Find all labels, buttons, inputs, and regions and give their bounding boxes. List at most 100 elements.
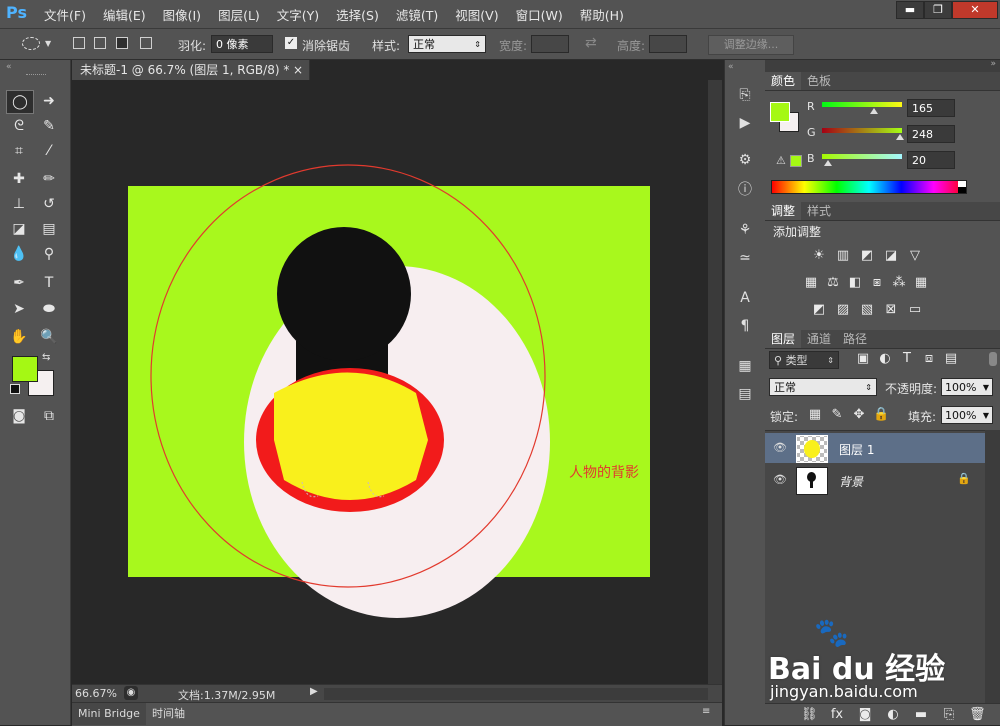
lock-transparent-icon[interactable]: ▦ [807, 408, 823, 422]
status-arrow-icon[interactable]: ▶ [310, 686, 318, 697]
levels-icon[interactable]: ▥ [835, 249, 851, 263]
chevron-down-icon[interactable]: ▼ [45, 39, 51, 48]
elliptical-marquee-tool-icon[interactable]: ◯ [6, 90, 34, 114]
filter-toggle[interactable] [989, 352, 997, 366]
brush-tool-icon[interactable]: ✏ [36, 168, 62, 190]
foreground-color-swatch[interactable] [12, 356, 38, 382]
quick-mask-icon[interactable]: ◙ [6, 405, 32, 427]
color-balance-icon[interactable]: ⚖ [825, 276, 841, 290]
web-safe-swatch[interactable] [790, 155, 802, 167]
layer-name[interactable]: 图层 1 [839, 441, 874, 458]
menu-filter[interactable]: 滤镜(T) [396, 5, 438, 24]
refine-edge-button[interactable]: 调整边缘... [708, 35, 794, 55]
color-ramp[interactable] [771, 180, 967, 194]
ellipse-shape-tool-icon[interactable]: ⬬ [36, 298, 62, 320]
fill-input[interactable]: 100% ▼ [941, 406, 993, 424]
layer-style-icon[interactable]: fx [829, 707, 845, 722]
menu-help[interactable]: 帮助(H) [580, 5, 624, 24]
channel-mixer-icon[interactable]: ⁂ [891, 276, 907, 290]
layer-row[interactable]: 👁 图层 1 [765, 433, 985, 463]
canvas-area[interactable]: 人物的背影 [72, 80, 708, 684]
menu-select[interactable]: 选择(S) [336, 5, 379, 24]
threshold-icon[interactable]: ▧ [859, 303, 875, 317]
channel-slider-r[interactable] [822, 102, 902, 107]
gradient-map-icon[interactable]: ▭ [907, 303, 923, 317]
dodge-tool-icon[interactable]: ⚲ [36, 243, 62, 265]
menu-type[interactable]: 文字(Y) [277, 5, 319, 24]
tab-color[interactable]: 颜色 [765, 72, 802, 90]
channel-slider-g[interactable] [822, 128, 902, 133]
eye-icon[interactable]: 👁 [773, 473, 787, 487]
gradient-tool-icon[interactable]: ▤ [36, 218, 62, 240]
vertical-scrollbar[interactable] [708, 80, 722, 684]
panel-grip[interactable] [26, 74, 46, 77]
brush-settings-icon[interactable]: ≃ [733, 248, 757, 268]
type-tool-icon[interactable]: T [36, 272, 62, 294]
intersect-selection-icon[interactable] [140, 37, 152, 49]
info-icon[interactable]: ⓘ [733, 180, 757, 200]
exposure-icon[interactable]: ◪ [883, 249, 899, 263]
tab-channels[interactable]: 通道 [801, 330, 837, 348]
tab-timeline[interactable]: 时间轴 [148, 703, 189, 725]
quick-selection-tool-icon[interactable]: ✎ [36, 115, 62, 137]
menu-layer[interactable]: 图层(L) [218, 5, 260, 24]
collapse-double-arrow-icon[interactable]: « [728, 62, 734, 72]
properties-icon[interactable]: ▦ [733, 356, 757, 376]
blur-tool-icon[interactable]: 💧 [6, 243, 32, 265]
screen-mode-icon[interactable]: ⧉ [36, 405, 62, 427]
blend-mode-select[interactable]: 正常 ⇕ [769, 378, 877, 396]
layer-filter-select[interactable]: ⚲ 类型 ⇕ [769, 351, 839, 369]
antialias-checkbox[interactable]: ✓ [285, 37, 297, 49]
slider-thumb[interactable] [824, 160, 833, 166]
opacity-input[interactable]: 100% ▼ [941, 378, 993, 396]
history-icon[interactable]: ⎘ [733, 85, 757, 105]
status-menu-icon[interactable]: ◉ [124, 686, 138, 700]
swap-arrows-icon[interactable]: ⇄ [585, 35, 597, 51]
invert-icon[interactable]: ◩ [811, 303, 827, 317]
eyedropper-tool-icon[interactable]: ⁄ [36, 140, 62, 162]
tab-mini-bridge[interactable]: Mini Bridge [72, 703, 146, 725]
style-select[interactable]: 正常 ⇕ [408, 35, 486, 53]
actions-play-icon[interactable]: ▶ [733, 113, 757, 133]
pen-tool-icon[interactable]: ✒ [6, 272, 32, 294]
channel-value-b[interactable]: 20 [907, 151, 955, 169]
collapse-double-arrow-icon[interactable]: « [6, 62, 12, 72]
minimize-button[interactable]: ▬ [896, 1, 924, 19]
swap-colors-icon[interactable]: ⇆ [42, 352, 50, 363]
document-tab[interactable]: 未标题-1 @ 66.7% (图层 1, RGB/8) * × [72, 60, 310, 80]
menu-file[interactable]: 文件(F) [44, 5, 86, 24]
menu-edit[interactable]: 编辑(E) [103, 5, 146, 24]
new-adjustment-icon[interactable]: ◐ [885, 707, 901, 722]
new-layer-icon[interactable]: ⎘ [941, 707, 957, 722]
character-icon[interactable]: A [733, 288, 757, 308]
lock-position-icon[interactable]: ✥ [851, 408, 867, 422]
type-filter-icon[interactable]: T [899, 352, 915, 366]
hand-tool-icon[interactable]: ✋ [6, 326, 32, 348]
panel-menu-icon[interactable]: ≡ [702, 706, 710, 717]
panel-dock-header[interactable]: » [765, 59, 1000, 72]
link-layers-icon[interactable]: ⛓ [801, 707, 818, 722]
slider-thumb[interactable] [895, 134, 904, 140]
move-tool-icon[interactable]: ➜ [36, 90, 62, 112]
adjustment-filter-icon[interactable]: ◐ [877, 352, 893, 366]
new-group-icon[interactable]: ▬ [913, 707, 929, 722]
menu-image[interactable]: 图像(I) [163, 5, 201, 24]
zoom-tool-icon[interactable]: 🔍 [36, 326, 62, 348]
eye-icon[interactable]: 👁 [773, 441, 787, 455]
photo-filter-icon[interactable]: ⧆ [869, 276, 885, 290]
channel-value-g[interactable]: 248 [907, 125, 955, 143]
layers-scrollbar[interactable] [985, 430, 1000, 704]
color-panel-foreground[interactable] [770, 102, 790, 122]
hue-saturation-icon[interactable]: ▦ [803, 276, 819, 290]
close-tab-icon[interactable]: × [293, 60, 303, 80]
channel-slider-b[interactable] [822, 154, 902, 159]
lasso-tool-icon[interactable]: ᘓ [6, 115, 32, 137]
tab-styles[interactable]: 样式 [801, 202, 837, 220]
delete-layer-icon[interactable]: 🗑 [969, 707, 986, 722]
path-selection-tool-icon[interactable]: ➤ [6, 298, 32, 320]
channel-value-r[interactable]: 165 [907, 99, 955, 117]
brush-presets-icon[interactable]: ⚘ [733, 220, 757, 240]
tab-layers[interactable]: 图层 [765, 330, 802, 348]
horizontal-scrollbar[interactable] [324, 688, 708, 700]
brightness-icon[interactable]: ☀ [811, 249, 827, 263]
